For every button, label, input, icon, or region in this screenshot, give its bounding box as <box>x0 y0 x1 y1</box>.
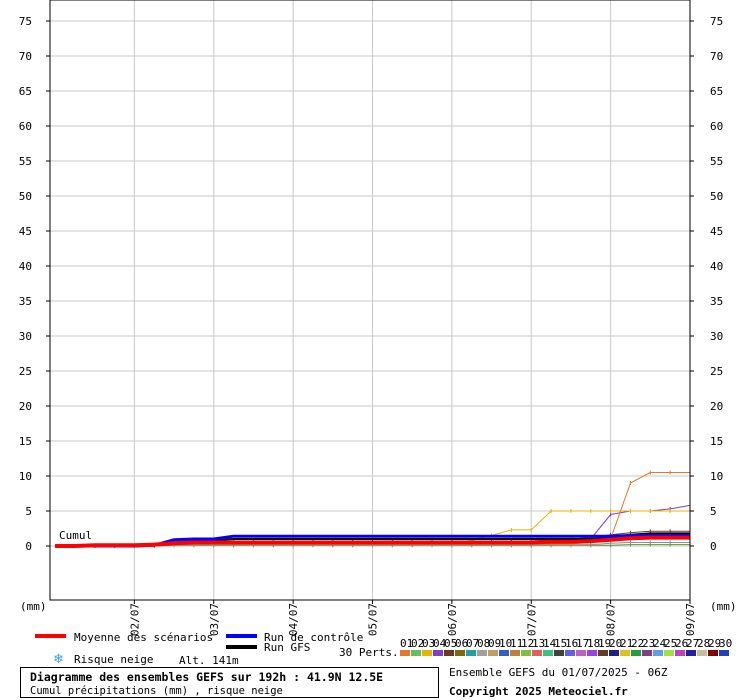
y-tick-label-right: 75 <box>710 15 723 28</box>
y-tick-label-right: 35 <box>710 295 723 308</box>
x-tick-label: 06/07 <box>446 603 459 636</box>
pert-color-swatch <box>565 650 575 656</box>
legend-mean-swatch <box>35 634 66 638</box>
pert-color-swatch <box>620 650 630 656</box>
pert-color-swatch <box>444 650 454 656</box>
pert-color-swatch <box>631 650 641 656</box>
pert-color-swatch <box>598 650 608 656</box>
x-tick-label: 07/07 <box>525 603 538 636</box>
legend-gfs-swatch <box>226 645 257 649</box>
snowflake-icon: ❄ <box>53 652 64 667</box>
y-tick-label-right: 15 <box>710 435 723 448</box>
x-tick-label: 05/07 <box>367 603 380 636</box>
y-tick-label-left: 75 <box>19 15 32 28</box>
series-label-cumul: Cumul <box>59 529 92 542</box>
legend-altitude: Alt. 141m <box>179 654 239 667</box>
y-tick-label-right: 30 <box>710 330 723 343</box>
legend-gfs-label: Run GFS <box>264 641 310 654</box>
pert-color-swatch <box>554 650 564 656</box>
y-tick-label-right: 45 <box>710 225 723 238</box>
legend-mean-label: Moyenne des scénarios <box>74 631 213 644</box>
y-tick-label-left: 15 <box>19 435 32 448</box>
pert-color-swatch <box>708 650 718 656</box>
pert-color-swatch <box>499 650 509 656</box>
y-axis-unit-left: (mm) <box>20 600 47 613</box>
pert-color-swatch <box>642 650 652 656</box>
pert-color-swatch <box>609 650 619 656</box>
y-tick-label-right: 70 <box>710 50 723 63</box>
y-tick-label-right: 25 <box>710 365 723 378</box>
run-info: Ensemble GEFS du 01/07/2025 - 06Z <box>449 666 668 679</box>
y-tick-labels: 0 05 510 1015 1520 2025 2530 3035 3540 4045 4550 50… <box>19 15 724 553</box>
y-tick-label-left: 30 <box>19 330 32 343</box>
pert-color-swatch <box>543 650 553 656</box>
footer-title-box: Diagramme des ensembles GEFS sur 192h : … <box>20 667 439 698</box>
pert-color-swatch <box>455 650 465 656</box>
y-tick-label-left: 60 <box>19 120 32 133</box>
pert-color-swatch <box>576 650 586 656</box>
pert-color-swatch <box>675 650 685 656</box>
y-tick-label-right: 0 <box>710 540 717 553</box>
pert-color-swatch <box>411 650 421 656</box>
footer-title: Diagramme des ensembles GEFS sur 192h : … <box>30 670 384 684</box>
pert-color-swatch <box>653 650 663 656</box>
legend-snow-label: Risque neige <box>74 653 153 666</box>
y-tick-label-left: 5 <box>25 505 32 518</box>
pert-color-swatch <box>532 650 542 656</box>
footer-subtitle: Cumul précipitations (mm) , risque neige <box>30 685 283 697</box>
perturbation-legend: 0102030405060708091011121314151617181920… <box>400 637 732 656</box>
y-tick-label-right: 55 <box>710 155 723 168</box>
pert-color-swatch <box>686 650 696 656</box>
pert-color-swatch <box>521 650 531 656</box>
x-tick-label: 09/07 <box>684 603 697 636</box>
pert-color-swatch <box>422 650 432 656</box>
pert-color-swatch <box>697 650 707 656</box>
y-tick-label-left: 25 <box>19 365 32 378</box>
pert-color-swatch <box>477 650 487 656</box>
y-tick-label-right: 60 <box>710 120 723 133</box>
y-tick-label-right: 10 <box>710 470 723 483</box>
y-tick-label-left: 55 <box>19 155 32 168</box>
pert-color-swatch <box>719 650 729 656</box>
y-tick-label-left: 0 <box>25 540 32 553</box>
pert-number: 30 <box>719 637 732 650</box>
y-tick-label-left: 70 <box>19 50 32 63</box>
pert-color-swatch <box>400 650 410 656</box>
x-tick-label: 08/07 <box>605 603 618 636</box>
legend: Moyenne des scénarios Run de contrôle Ru… <box>35 631 732 667</box>
legend-perts-label: 30 Perts. <box>339 646 399 659</box>
plot-frame <box>49 0 691 601</box>
y-tick-label-left: 10 <box>19 470 32 483</box>
pert-color-swatch <box>433 650 443 656</box>
y-tick-label-right: 40 <box>710 260 723 273</box>
y-tick-label-right: 20 <box>710 400 723 413</box>
y-tick-label-left: 40 <box>19 260 32 273</box>
y-tick-label-right: 50 <box>710 190 723 203</box>
pert-color-swatch <box>664 650 674 656</box>
y-tick-label-left: 50 <box>19 190 32 203</box>
pert-color-swatch <box>587 650 597 656</box>
ensemble-chart: 0 05 510 1015 1520 2025 2530 3035 3540 4045 4550 50… <box>19 0 737 667</box>
y-tick-label-right: 5 <box>710 505 717 518</box>
y-tick-label-right: 65 <box>710 85 723 98</box>
pert-color-swatch <box>488 650 498 656</box>
grid <box>46 0 694 604</box>
legend-control-swatch <box>226 634 257 638</box>
x-tick-labels: 02/07 03/07 04/07 05/07 06/07 07/07 08/07 09/07 <box>128 603 697 636</box>
pert-color-swatch <box>510 650 520 656</box>
y-tick-label-left: 35 <box>19 295 32 308</box>
pert-color-swatch <box>466 650 476 656</box>
y-axis-unit-right: (mm) <box>710 600 737 613</box>
y-tick-label-left: 20 <box>19 400 32 413</box>
y-tick-label-left: 45 <box>19 225 32 238</box>
y-tick-label-left: 65 <box>19 85 32 98</box>
copyright: Copyright 2025 Meteociel.fr <box>449 685 628 698</box>
